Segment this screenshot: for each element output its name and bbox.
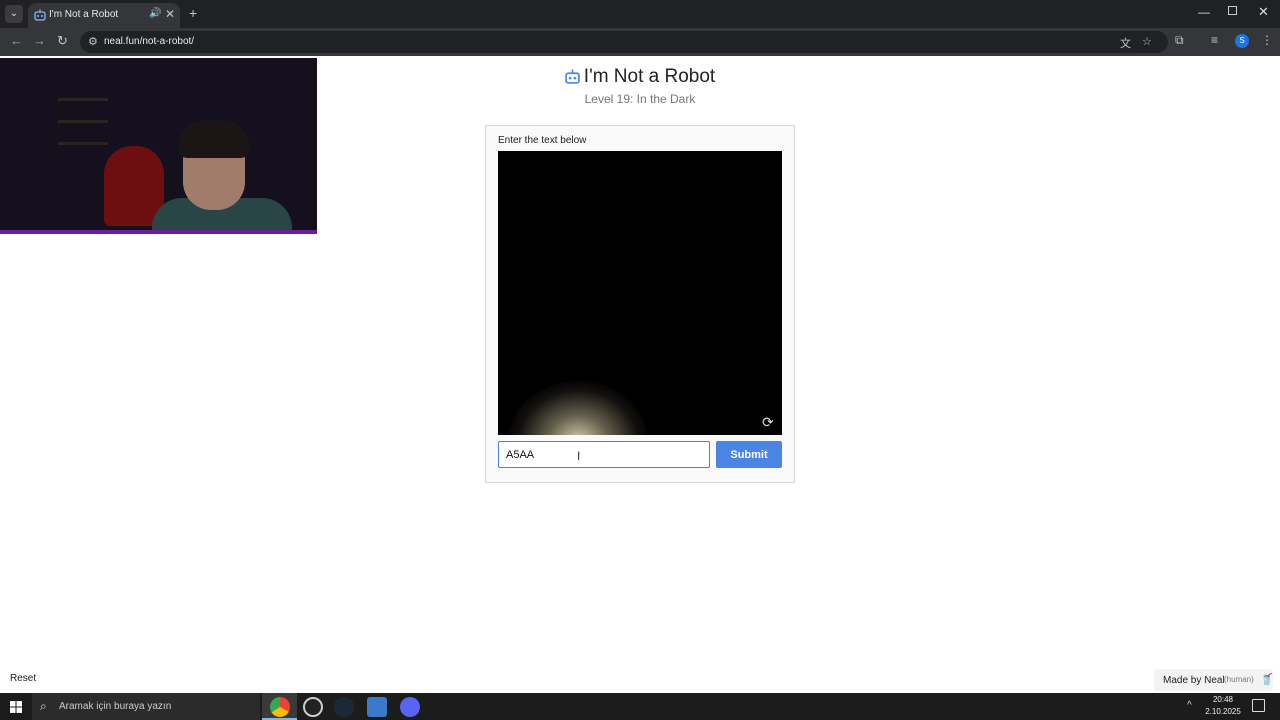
discord-icon[interactable] [400, 697, 420, 717]
person-hair [178, 120, 250, 158]
search-icon: ⌕ [40, 699, 47, 713]
extensions-icon[interactable]: ⧉ [1175, 33, 1184, 48]
made-by-badge[interactable]: Made by Neal (human) 🥤 [1154, 669, 1274, 691]
translate-icon[interactable]: 文 [1120, 35, 1131, 51]
tray-chevron-icon[interactable]: ^ [1187, 700, 1192, 711]
shelf [58, 142, 108, 145]
dark-captcha-image[interactable]: ⟳ [498, 151, 782, 435]
search-placeholder: Aramak için buraya yazın [59, 701, 172, 712]
obs-icon[interactable] [303, 697, 323, 717]
reload-icon[interactable]: ↻ [57, 33, 68, 49]
window-close-icon[interactable]: ✕ [1258, 4, 1269, 20]
captcha-card: Enter the text below ⟳ I Submit [485, 125, 795, 483]
new-tab-button[interactable]: + [189, 5, 197, 21]
captcha-answer-input[interactable] [498, 441, 710, 468]
url-text[interactable]: neal.fun/not-a-robot/ [104, 36, 194, 47]
page-title-text: I'm Not a Robot [583, 66, 716, 87]
site-info-icon[interactable]: ⚙ [88, 35, 98, 48]
browser-tab-bar: ⌄ I'm Not a Robot 🔊 ✕ + — ✕ [0, 0, 1280, 28]
page-title: I'm Not a Robot [0, 66, 1280, 88]
refresh-icon[interactable]: ⟳ [762, 414, 774, 431]
tab-search-icon[interactable]: ⌄ [5, 5, 23, 23]
tab-audio-icon[interactable]: 🔊 [149, 8, 161, 19]
reset-button[interactable]: Reset [10, 673, 36, 684]
profile-avatar[interactable]: S [1235, 34, 1249, 48]
captcha-prompt: Enter the text below [498, 135, 587, 146]
browser-toolbar: ← → ↻ ⚙ neal.fun/not-a-robot/ 文 ☆ ⧉ ≡ S … [0, 28, 1280, 56]
human-tag: (human) [1224, 675, 1254, 684]
chrome-icon[interactable] [270, 697, 290, 717]
clock-date[interactable]: 2.10.2025 [1200, 707, 1246, 716]
address-bar[interactable]: ⚙ neal.fun/not-a-robot/ 文 ☆ [80, 31, 1168, 53]
level-subtitle: Level 19: In the Dark [584, 92, 696, 106]
flashlight-glow [508, 381, 648, 435]
tab-title: I'm Not a Robot [49, 9, 119, 20]
back-icon[interactable]: ← [10, 33, 23, 48]
browser-tab[interactable]: I'm Not a Robot 🔊 ✕ [28, 3, 180, 28]
minimize-icon[interactable]: — [1198, 5, 1210, 19]
cup-icon: 🥤 [1260, 674, 1274, 686]
windows-start-icon[interactable] [10, 701, 22, 713]
forward-icon[interactable]: → [33, 33, 46, 48]
robot-icon [565, 69, 580, 84]
media-control-icon[interactable]: ≡ [1211, 33, 1218, 47]
tab-close-icon[interactable]: ✕ [165, 7, 175, 21]
text-cursor-icon: I [577, 449, 581, 463]
steam-icon[interactable] [334, 697, 354, 717]
webcam-border [0, 230, 317, 234]
bookmark-star-icon[interactable]: ☆ [1142, 35, 1152, 48]
submit-button[interactable]: Submit [716, 441, 782, 468]
made-by-text: Made by Neal [1163, 675, 1225, 686]
maximize-icon[interactable] [1228, 6, 1237, 15]
menu-dots-icon[interactable]: ⋮ [1261, 33, 1273, 47]
shelf [58, 120, 108, 123]
app-icon[interactable] [367, 697, 387, 717]
notification-icon[interactable] [1252, 699, 1265, 712]
clock-time[interactable]: 20:48 [1205, 695, 1241, 704]
windows-taskbar: ⌕ Aramak için buraya yazın ^ 20:48 2.10.… [0, 693, 1280, 720]
robot-favicon-icon [34, 9, 46, 21]
taskbar-search[interactable]: ⌕ Aramak için buraya yazın [32, 693, 260, 720]
